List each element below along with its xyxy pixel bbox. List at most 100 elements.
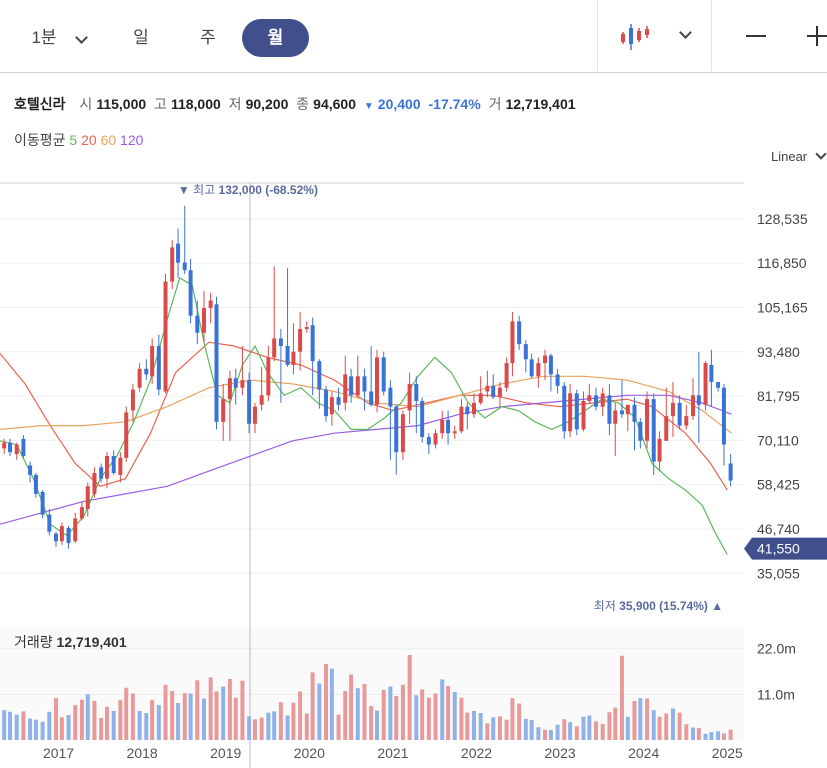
candle-body	[343, 374, 348, 403]
x-tick-label: 2019	[210, 745, 241, 761]
candle-body	[59, 526, 64, 542]
volume-bar	[728, 729, 733, 740]
volume-bar	[381, 689, 386, 740]
candle-body	[54, 533, 59, 542]
scale-selector[interactable]: Linear	[771, 148, 827, 164]
high-value: 118,000	[170, 96, 221, 112]
minus-icon[interactable]	[746, 35, 766, 37]
candle-body	[73, 518, 78, 542]
low-value: 90,200	[245, 96, 289, 112]
chevron-down-icon[interactable]	[75, 31, 88, 44]
volume-bar	[465, 712, 470, 740]
volume-bar	[14, 714, 19, 740]
tab-month[interactable]: 월	[242, 19, 309, 57]
moving-average-lines	[0, 276, 732, 555]
x-tick-label: 2023	[545, 745, 576, 761]
plus-icon-vertical	[816, 26, 818, 46]
candle-body	[349, 376, 354, 396]
candle-body	[407, 383, 412, 411]
volume-bar	[170, 691, 175, 740]
stock-name: 호텔신라	[14, 96, 66, 112]
volume-bar	[400, 684, 405, 740]
candlestick-icon[interactable]	[620, 22, 652, 52]
candle-body	[433, 433, 438, 445]
volume-bar	[388, 686, 393, 740]
ma-line-60	[0, 375, 732, 434]
volume-value: 12,719,401	[505, 96, 576, 112]
candle-body	[2, 442, 7, 449]
candle-body	[478, 393, 483, 403]
volume-bar	[407, 654, 412, 740]
volume-bar	[362, 684, 367, 740]
change-percent: -17.74%	[428, 96, 481, 112]
volume-bar	[471, 710, 476, 740]
volume-bar	[73, 705, 78, 740]
tab-week[interactable]: 주	[190, 19, 226, 57]
candle-body	[657, 438, 662, 462]
volume-bar	[670, 708, 675, 740]
volume-pane	[0, 628, 744, 740]
candle-body	[369, 391, 374, 405]
volume-bar	[510, 698, 515, 740]
candle-body	[716, 382, 721, 388]
volume-bar	[625, 716, 630, 740]
ma-120: 120	[120, 132, 144, 148]
x-tick-label: 2022	[461, 745, 492, 761]
volume-bar	[252, 719, 257, 740]
candle-body	[329, 397, 334, 415]
candle-body	[285, 346, 290, 365]
max-price-value: 132,000 (-68.52%)	[219, 183, 318, 197]
volume-bar	[691, 727, 696, 740]
candle-body	[728, 463, 733, 481]
volume-bar	[221, 686, 226, 740]
candle-body	[150, 346, 155, 377]
candle-body	[355, 376, 360, 396]
volume-bar	[478, 713, 483, 740]
candle-body	[684, 416, 689, 426]
price-axis: 128,535 116,850 105,165 93,480 81,795 70,110 5…	[757, 211, 808, 702]
volume-bar	[684, 724, 689, 740]
x-tick-label: 2018	[127, 745, 158, 761]
candle-body	[426, 436, 431, 445]
candle-body	[504, 363, 509, 388]
candle-body	[452, 431, 457, 434]
volume-bar	[664, 713, 669, 740]
candle-body	[696, 395, 701, 405]
volume-bar	[420, 689, 425, 740]
candle-body	[664, 416, 669, 441]
candle-body	[381, 357, 386, 392]
volume-bar	[92, 701, 97, 740]
y-tick-label: 105,165	[757, 299, 808, 315]
volume-bar	[28, 718, 33, 740]
volume-bar	[298, 691, 303, 740]
candle-body	[721, 387, 726, 445]
candle-body	[137, 368, 142, 388]
grid-lines	[0, 182, 744, 768]
x-tick-label: 2020	[294, 745, 325, 761]
candle-body	[607, 395, 612, 424]
volume-bar	[195, 680, 200, 740]
scale-chevron-icon	[815, 148, 827, 160]
volume-bar	[504, 719, 509, 740]
candle-body	[574, 393, 579, 430]
volume-bar	[66, 715, 71, 740]
tab-1min[interactable]: 1분	[26, 19, 62, 57]
volume-bar	[632, 701, 637, 740]
candle-body	[28, 465, 33, 475]
chart-type-chevron-icon[interactable]	[679, 26, 692, 39]
volume-label: 거	[488, 96, 502, 112]
volume-bar	[375, 710, 380, 740]
tab-day[interactable]: 일	[122, 19, 160, 57]
candle-body	[510, 321, 515, 364]
volume-bar	[523, 718, 528, 740]
volume-bar	[587, 715, 592, 740]
candle-body	[677, 402, 682, 426]
volume-bar	[163, 684, 168, 740]
candle-body	[144, 368, 149, 375]
close-value: 94,600	[313, 96, 356, 112]
change-value: 20,400	[377, 96, 421, 112]
volume-bar	[259, 717, 264, 740]
ma-20: 20	[81, 132, 97, 148]
close-label: 종	[296, 96, 310, 112]
volume-bar	[278, 702, 283, 740]
